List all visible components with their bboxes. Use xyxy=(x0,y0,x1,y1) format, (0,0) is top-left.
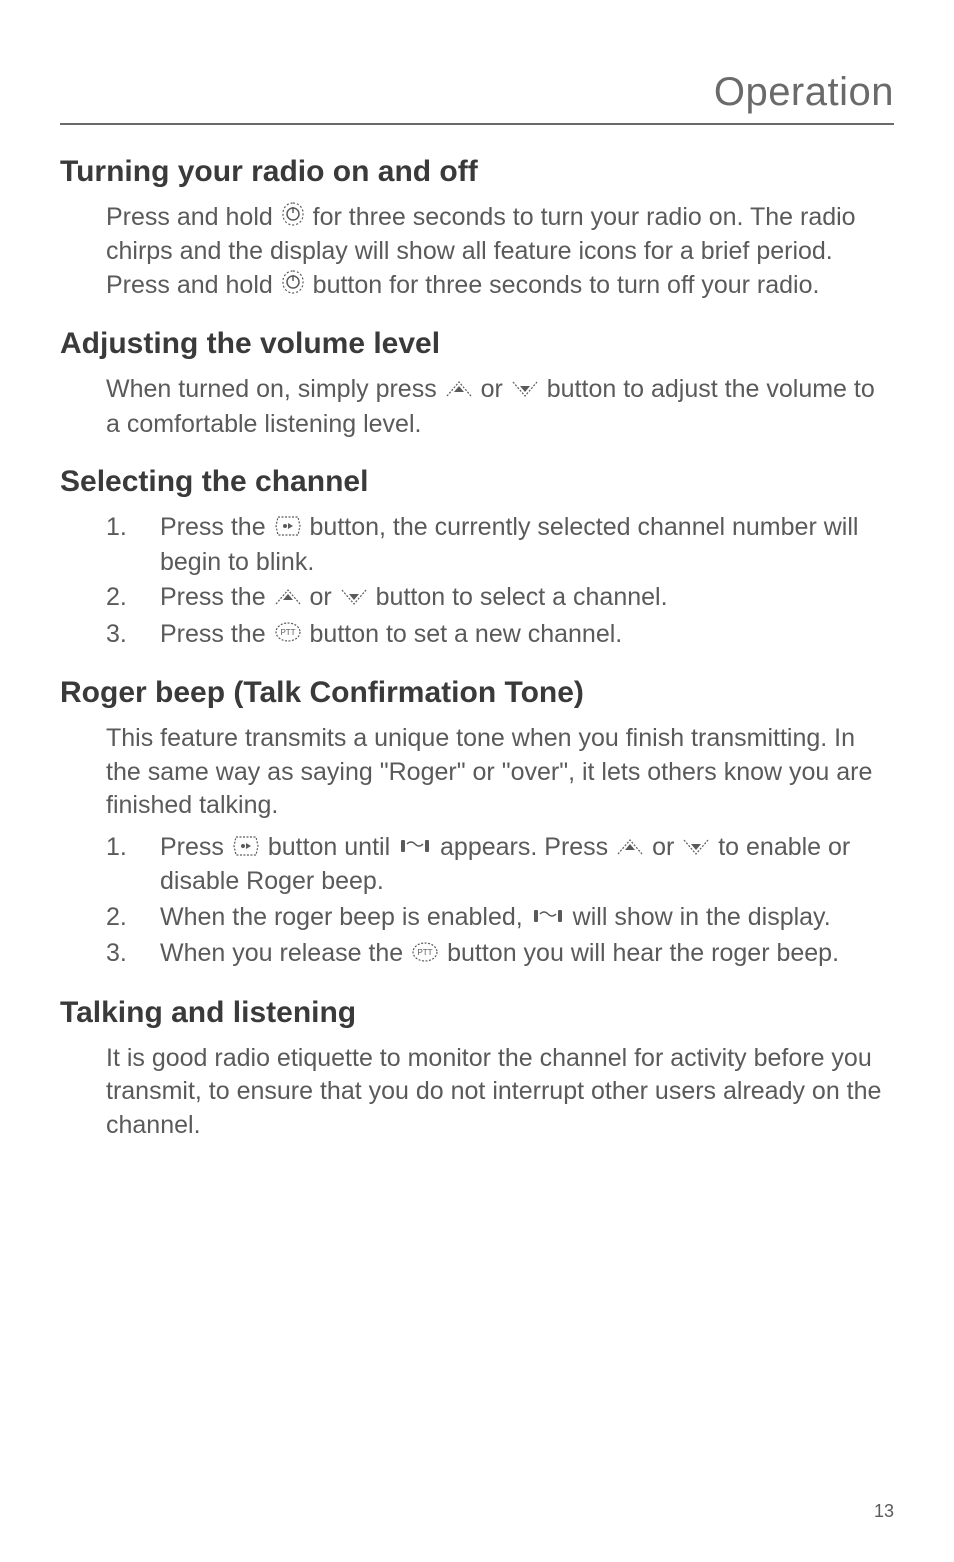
text: Press the xyxy=(160,513,273,541)
down-arrow-icon xyxy=(512,374,538,408)
para-volume: When turned on, simply press or button t… xyxy=(106,373,894,441)
text: When the roger beep is enabled, xyxy=(160,903,530,931)
text: When you release the xyxy=(160,939,410,967)
up-arrow-icon xyxy=(446,374,472,408)
heading-talking: Talking and listening xyxy=(60,996,894,1030)
list-item: Press the or button to select a channel. xyxy=(106,581,894,615)
page-number: 13 xyxy=(874,1501,894,1522)
heading-roger: Roger beep (Talk Confirmation Tone) xyxy=(60,676,894,710)
ptt-icon: PTT xyxy=(275,618,301,652)
list-item: Press the PTT button to set a new channe… xyxy=(106,618,894,652)
para-turning: Press and hold for three seconds to turn… xyxy=(106,201,894,303)
text: button for three seconds to turn off you… xyxy=(313,271,820,299)
power-icon xyxy=(282,270,304,304)
list-item: Press the button, the currently selected… xyxy=(106,511,894,579)
page-header: Operation xyxy=(60,70,894,125)
svg-text:PTT: PTT xyxy=(280,628,295,637)
text: Press the xyxy=(160,583,273,611)
menu-icon xyxy=(275,512,301,546)
text: button you will hear the roger beep. xyxy=(447,939,839,967)
up-arrow-icon xyxy=(275,582,301,616)
heading-channel: Selecting the channel xyxy=(60,465,894,499)
down-arrow-icon xyxy=(341,582,367,616)
up-arrow-icon xyxy=(617,832,643,866)
roger-beep-icon xyxy=(532,902,564,936)
text: button to set a new channel. xyxy=(310,620,623,648)
text: or xyxy=(310,583,339,611)
para-roger: This feature transmits a unique tone whe… xyxy=(106,722,894,823)
text: button to select a channel. xyxy=(376,583,668,611)
list-item: When the roger beep is enabled, will sho… xyxy=(106,901,894,935)
roger-list: Press button until appears. Press or to … xyxy=(106,831,894,972)
text: Press and hold xyxy=(106,203,280,231)
svg-text:PTT: PTT xyxy=(418,948,433,957)
down-arrow-icon xyxy=(683,832,709,866)
text: or xyxy=(652,833,681,861)
menu-icon xyxy=(233,832,259,866)
text: Press xyxy=(160,833,231,861)
text: appears. Press xyxy=(440,833,615,861)
roger-beep-icon xyxy=(399,832,431,866)
para-talking: It is good radio etiquette to monitor th… xyxy=(106,1042,894,1143)
heading-volume: Adjusting the volume level xyxy=(60,327,894,361)
ptt-icon: PTT xyxy=(412,938,438,972)
heading-turning: Turning your radio on and off xyxy=(60,155,894,189)
text: When turned on, simply press xyxy=(106,375,444,403)
text: Press the xyxy=(160,620,273,648)
text: button until xyxy=(268,833,397,861)
list-item: When you release the PTT button you will… xyxy=(106,937,894,971)
power-icon xyxy=(282,202,304,236)
text: or xyxy=(481,375,510,403)
text: will show in the display. xyxy=(573,903,831,931)
list-item: Press button until appears. Press or to … xyxy=(106,831,894,899)
channel-list: Press the button, the currently selected… xyxy=(106,511,894,652)
